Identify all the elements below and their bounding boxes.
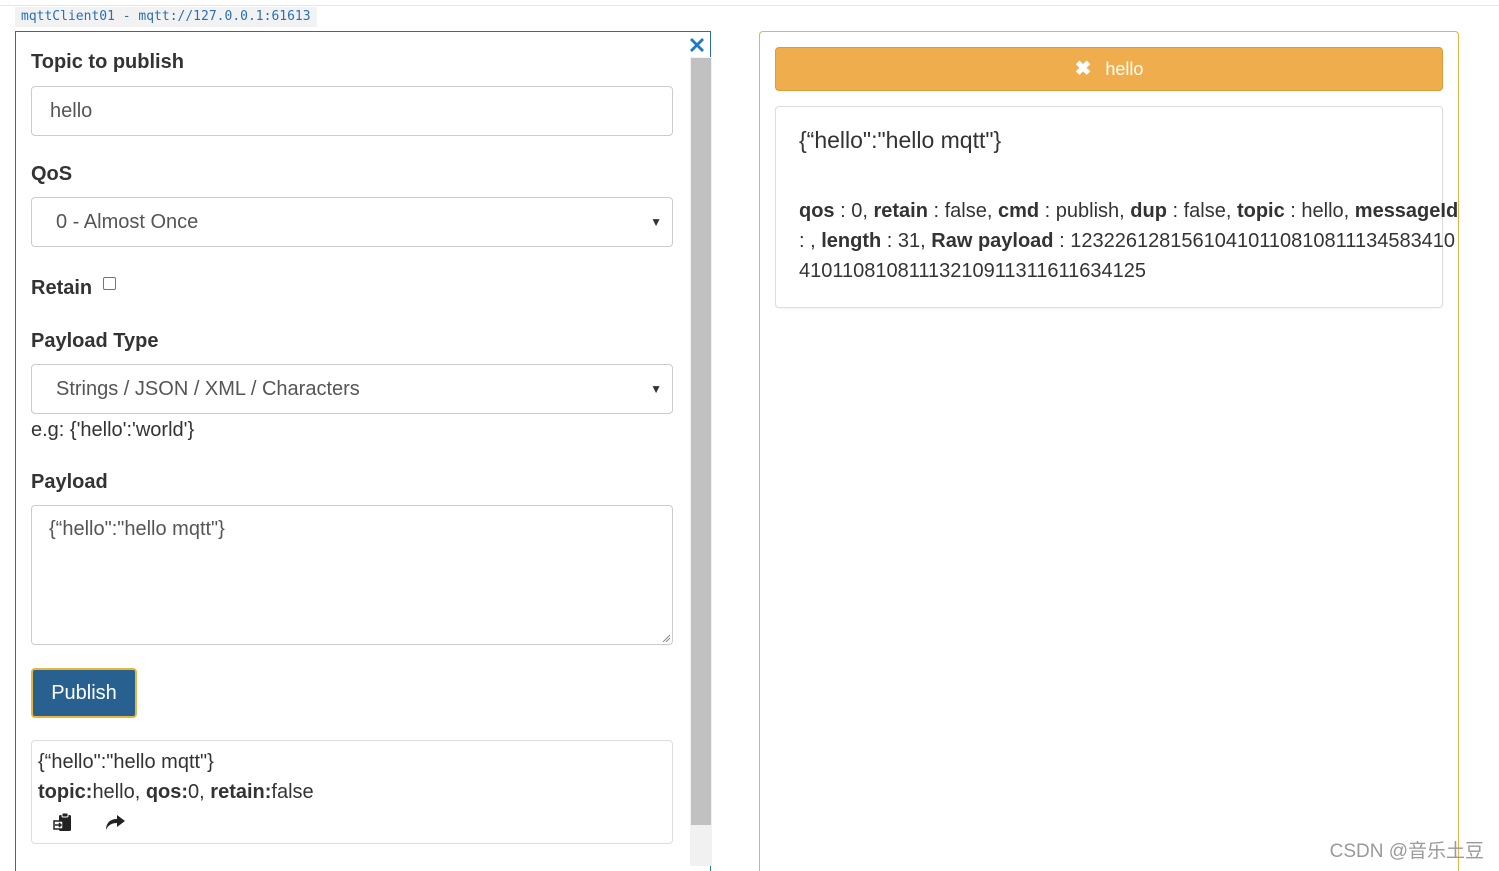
message-meta: qos : 0, retain : false, cmd : publish, … [799, 196, 1459, 286]
top-divider [0, 5, 1499, 6]
scrollbar-thumb[interactable] [691, 58, 711, 825]
resize-grip-icon[interactable] [662, 634, 670, 642]
history-qos-key: qos: [145, 781, 189, 803]
publish-button[interactable]: Publish [31, 668, 137, 718]
caret-down-icon: ▼ [650, 382, 662, 396]
retain-label: Retain [31, 277, 93, 299]
history-retain-key: retain: [210, 781, 272, 803]
payload-text: {“hello":"hello mqtt"} [49, 518, 225, 540]
meta-raw-key: Raw payload [931, 230, 1054, 252]
retain-checkbox[interactable] [103, 277, 116, 290]
meta-retain-key: retain [873, 200, 928, 222]
meta-retain-val: : false, [927, 200, 998, 222]
qos-select[interactable]: 0 - Almost Once ▼ [31, 197, 673, 247]
message-payload: {“hello":"hello mqtt"} [799, 127, 1002, 153]
close-icon-white[interactable]: ✖ [1075, 58, 1092, 80]
meta-qos-key: qos [799, 200, 835, 222]
meta-qos-val: : 0, [834, 200, 874, 222]
history-meta: topic:hello, qos:0, retain:false [38, 780, 666, 810]
payload-type-selected-value: Strings / JSON / XML / Characters [56, 378, 360, 400]
meta-length-val: : 31, [881, 230, 932, 252]
meta-length-key: length [821, 230, 882, 252]
meta-topic-key: topic [1236, 200, 1285, 222]
subscription-topic: hello [1105, 59, 1144, 79]
meta-messageid-key: messageId [1354, 200, 1459, 222]
history-retain-val: false [271, 781, 314, 803]
meta-topic-val: : hello, [1284, 200, 1355, 222]
watermark: CSDN @音乐土豆 [1329, 841, 1484, 862]
topic-input[interactable]: hello [31, 86, 673, 136]
message-card: {“hello":"hello mqtt"} qos : 0, retain :… [775, 106, 1458, 308]
payload-type-select[interactable]: Strings / JSON / XML / Characters ▼ [31, 364, 673, 414]
payload-textarea[interactable]: {“hello":"hello mqtt"} [31, 505, 673, 645]
history-payload: {“hello":"hello mqtt"} [38, 751, 214, 773]
topic-label: Topic to publish [31, 51, 184, 73]
meta-messageid-val: : , [799, 230, 822, 252]
meta-dup-val: : false, [1166, 200, 1237, 222]
meta-dup-key: dup [1130, 200, 1167, 222]
meta-cmd-key: cmd [997, 200, 1040, 222]
publish-history-item: {“hello":"hello mqtt"} topic:hello, qos:… [31, 740, 673, 844]
payload-type-label: Payload Type [31, 330, 159, 352]
payload-type-hint: e.g: {'hello':'world'} [31, 419, 195, 441]
paste-icon[interactable] [52, 811, 74, 833]
meta-cmd-val: : publish, [1039, 200, 1131, 222]
caret-down-icon: ▼ [650, 215, 662, 229]
qos-selected-value: 0 - Almost Once [56, 211, 199, 233]
payload-label: Payload [31, 471, 108, 493]
share-icon[interactable] [104, 811, 126, 833]
history-topic-val: hello, [92, 781, 146, 803]
history-topic-key: topic: [38, 781, 93, 803]
subscription-topic-bar[interactable]: ✖ hello [775, 47, 1443, 91]
client-tab[interactable]: mqttClient01 - mqtt://127.0.0.1:61613 [15, 7, 317, 27]
history-qos-val: 0, [188, 781, 211, 803]
qos-label: QoS [31, 163, 73, 185]
close-icon[interactable] [686, 34, 708, 56]
